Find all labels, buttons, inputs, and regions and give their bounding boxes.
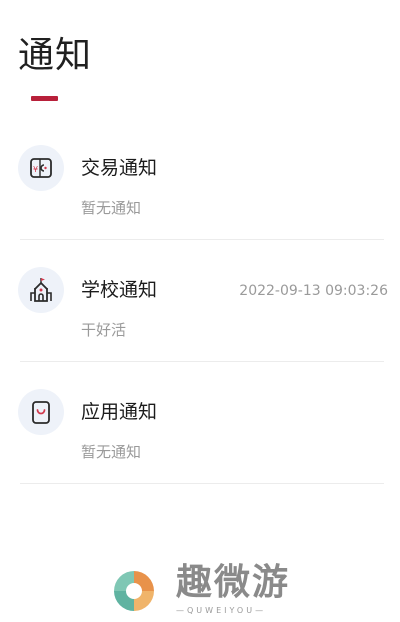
- notification-item-school[interactable]: 学校通知 2022-09-13 09:03:26 干好活: [0, 240, 400, 362]
- school-icon: [18, 267, 64, 313]
- notification-title: 交易通知: [81, 157, 158, 179]
- divider: [20, 483, 384, 484]
- notification-title: 学校通知: [81, 279, 158, 301]
- notification-item-transaction[interactable]: ¥ 交易通知 暂无通知: [0, 118, 400, 240]
- notification-subtitle: 暂无通知: [81, 443, 142, 461]
- notification-time: 2022-09-13 09:03:26: [239, 283, 388, 299]
- transaction-icon: ¥: [18, 145, 64, 191]
- notification-subtitle: 干好活: [81, 321, 127, 339]
- notification-title: 应用通知: [81, 401, 158, 423]
- watermark-logo-icon: [114, 571, 154, 611]
- notification-subtitle: 暂无通知: [81, 199, 142, 217]
- svg-text:¥: ¥: [33, 165, 38, 174]
- app-icon: [18, 389, 64, 435]
- notification-item-app[interactable]: 应用通知 暂无通知: [0, 362, 400, 484]
- notification-list: ¥ 交易通知 暂无通知 学校通知 2022-09-13 09:03:26 干好活: [0, 118, 400, 484]
- watermark: 趣微游 —QUWEIYOU—: [108, 563, 298, 619]
- page-title: 通知: [18, 35, 93, 76]
- title-underline: [31, 96, 58, 101]
- watermark-text: 趣微游: [176, 562, 291, 603]
- watermark-subtext: —QUWEIYOU—: [176, 606, 267, 615]
